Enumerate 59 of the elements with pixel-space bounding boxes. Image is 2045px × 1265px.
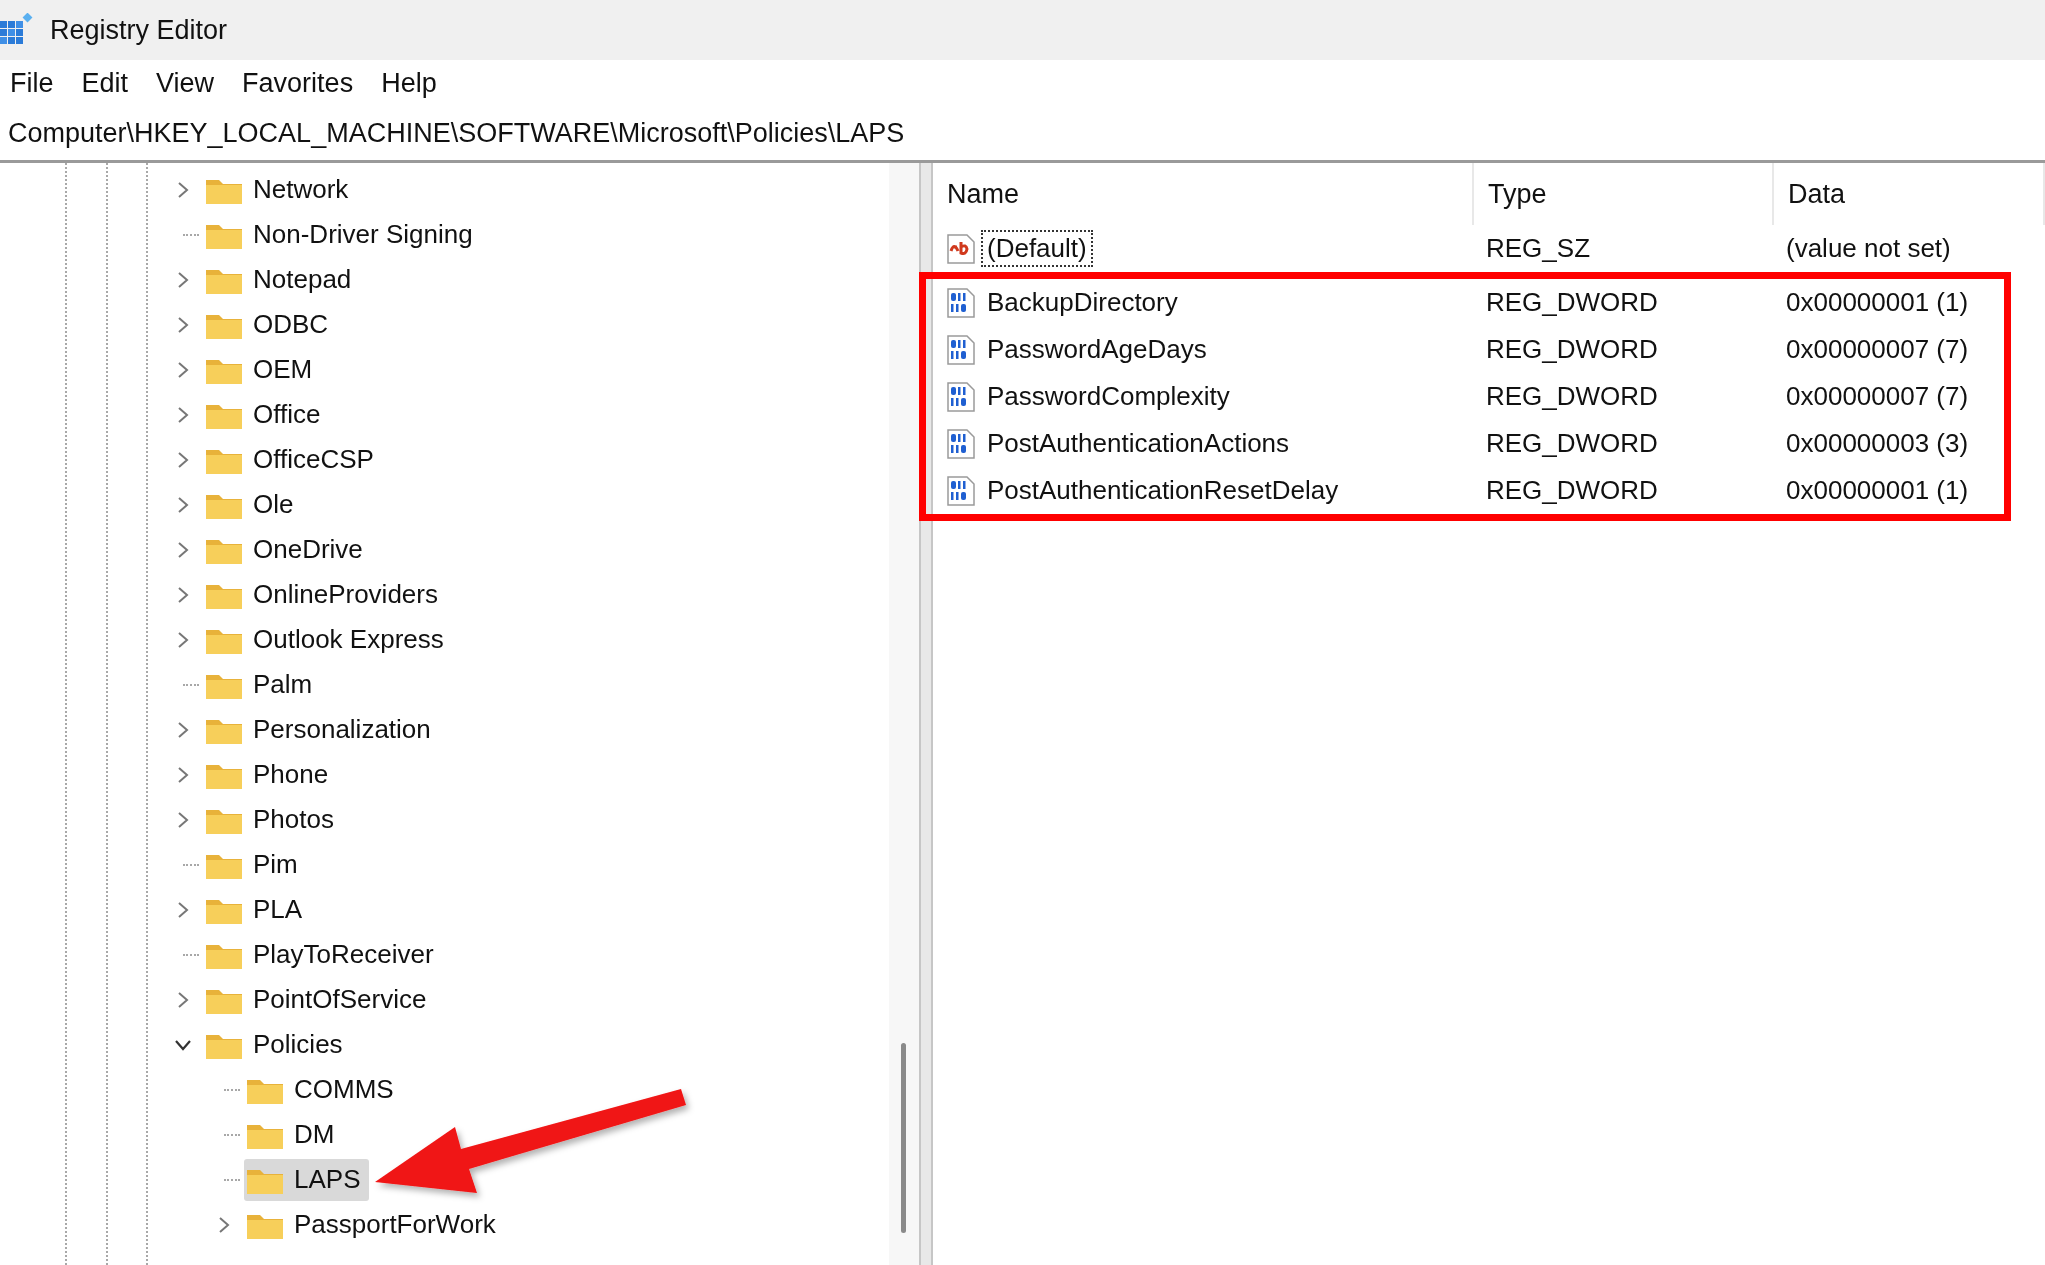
value-type: REG_SZ	[1485, 233, 1592, 264]
window-title: Registry Editor	[50, 14, 228, 46]
column-header[interactable]: Name	[933, 163, 1474, 225]
value-type: REG_DWORD	[1485, 334, 1659, 365]
value-data: 0x00000003 (3)	[1785, 428, 1970, 459]
tree-item[interactable]: Office	[203, 393, 329, 436]
tree-item[interactable]: PassportForWork	[244, 1203, 504, 1246]
tree-item[interactable]: ODBC	[203, 303, 337, 346]
value-data: 0x00000007 (7)	[1785, 381, 1970, 412]
value-name[interactable]: PasswordAgeDays	[981, 331, 1213, 368]
value-type: REG_DWORD	[1485, 428, 1659, 459]
value-name[interactable]: (Default)	[981, 230, 1093, 267]
value-data: (value not set)	[1785, 233, 1952, 264]
tree-item[interactable]: PlayToReceiver	[203, 933, 442, 976]
tree-item[interactable]: Notepad	[203, 258, 360, 301]
tree-item[interactable]: COMMS	[244, 1068, 402, 1111]
address-path[interactable]: Computer\HKEY_LOCAL_MACHINE\SOFTWARE\Microsoft\Policies\LAPS	[0, 117, 905, 149]
column-header[interactable]: Type	[1474, 163, 1774, 225]
tree-item[interactable]: Phone	[203, 753, 337, 796]
binary-value-icon	[945, 286, 977, 319]
binary-value-icon	[945, 427, 977, 460]
tree-item[interactable]: PointOfService	[203, 978, 435, 1021]
tree-item[interactable]: Pim	[203, 843, 306, 886]
string-value-icon	[945, 232, 977, 265]
menu-item[interactable]: Help	[381, 67, 465, 99]
tree-item[interactable]: Ole	[203, 483, 302, 526]
tree-item[interactable]: Outlook Express	[203, 618, 452, 661]
value-name[interactable]: PostAuthenticationResetDelay	[981, 472, 1345, 509]
value-data: 0x00000001 (1)	[1785, 287, 1970, 318]
value-data: 0x00000007 (7)	[1785, 334, 1970, 365]
tree-item[interactable]: Non-Driver Signing	[203, 213, 481, 256]
tree-item[interactable]: OfficeCSP	[203, 438, 382, 481]
value-name[interactable]: BackupDirectory	[981, 284, 1184, 321]
value-name[interactable]: PostAuthenticationActions	[981, 425, 1296, 462]
value-type: REG_DWORD	[1485, 381, 1659, 412]
value-name[interactable]: PasswordComplexity	[981, 378, 1236, 415]
binary-value-icon	[945, 474, 977, 507]
value-data: 0x00000001 (1)	[1785, 475, 1970, 506]
tree-item[interactable]: PLA	[203, 888, 311, 931]
registry-app-icon	[0, 13, 34, 47]
tree-item[interactable]: Policies	[203, 1023, 351, 1066]
value-type: REG_DWORD	[1485, 475, 1659, 506]
scrollbar-thumb[interactable]	[901, 1043, 906, 1233]
binary-value-icon	[945, 380, 977, 413]
tree-item[interactable]: DM	[244, 1113, 343, 1156]
menu-item[interactable]: File	[10, 67, 82, 99]
tree-item[interactable]: OneDrive	[203, 528, 371, 571]
column-header[interactable]: Data	[1774, 163, 2045, 225]
tree-item[interactable]: Network	[203, 168, 357, 211]
menu-item[interactable]: Favorites	[242, 67, 382, 99]
tree-item[interactable]: OnlineProviders	[203, 573, 446, 616]
tree-item[interactable]: OEM	[203, 348, 321, 391]
menu-item[interactable]: Edit	[81, 67, 157, 99]
tree-item[interactable]: Palm	[203, 663, 321, 706]
value-type: REG_DWORD	[1485, 287, 1659, 318]
menu-item[interactable]: View	[156, 67, 243, 99]
binary-value-icon	[945, 333, 977, 366]
tree-item[interactable]: Personalization	[203, 708, 439, 751]
tree-item[interactable]: Photos	[203, 798, 342, 841]
